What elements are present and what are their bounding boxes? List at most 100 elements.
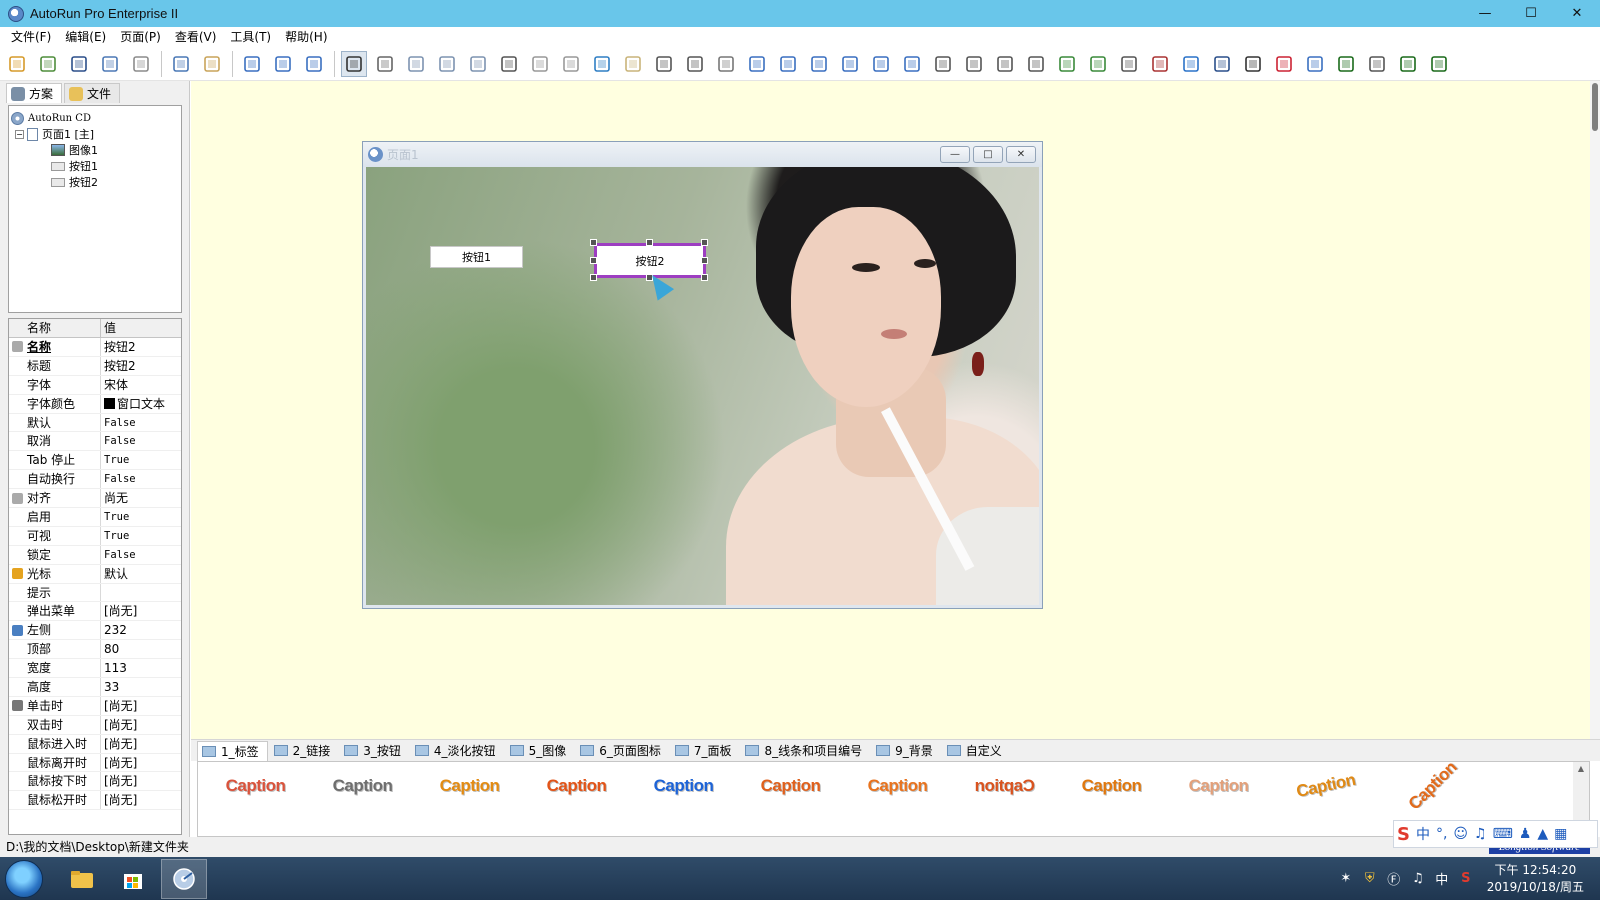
property-row[interactable]: 顶部 80 <box>9 640 181 660</box>
copy-button[interactable] <box>168 51 194 77</box>
clock[interactable]: 下午 12:54:20 2019/10/18/周五 <box>1487 862 1584 896</box>
l-icon[interactable]: Ⓕ <box>1385 870 1403 888</box>
menu-button[interactable] <box>1364 51 1390 77</box>
tree-item[interactable]: 图像1 <box>11 142 179 158</box>
gallery-tab[interactable]: 3_按钮 <box>340 741 409 761</box>
shirt-icon[interactable]: ▲ <box>1537 826 1548 842</box>
ime-lang[interactable]: 中 <box>1416 824 1430 844</box>
sogou-icon[interactable]: S <box>1397 824 1410 845</box>
property-value[interactable]: 窗口文本 <box>101 395 181 413</box>
menu-tools[interactable]: 工具(T) <box>223 27 278 47</box>
input-button[interactable] <box>744 51 770 77</box>
checkbox-button[interactable] <box>1395 51 1421 77</box>
tree-item[interactable]: 按钮2 <box>11 174 179 190</box>
window-button[interactable] <box>1302 51 1328 77</box>
property-value[interactable]: 33 <box>101 678 181 696</box>
property-value[interactable]: True <box>101 508 181 526</box>
property-row[interactable]: 双击时 [尚无] <box>9 715 181 735</box>
shield-icon[interactable]: ⛨ <box>1361 870 1379 888</box>
qr-button[interactable] <box>992 51 1018 77</box>
page2-button[interactable] <box>270 51 296 77</box>
check-button-button[interactable] <box>558 51 584 77</box>
page-button[interactable] <box>239 51 265 77</box>
property-value[interactable]: False <box>101 470 181 488</box>
emoji-icon[interactable]: ☺ <box>1453 826 1468 842</box>
menu-view[interactable]: 查看(V) <box>168 27 224 47</box>
gallery-tab[interactable]: 7_面板 <box>671 741 740 761</box>
skin-icon[interactable]: ♟ <box>1519 826 1532 842</box>
gallery-item[interactable]: Caption <box>309 762 416 834</box>
image1-photo[interactable]: 按钮1 按钮2 <box>366 167 1039 605</box>
property-value[interactable]: 80 <box>101 640 181 658</box>
gallery-tab[interactable]: 8_线条和项目编号 <box>741 741 870 761</box>
canvas-scrollbar[interactable] <box>1590 81 1600 739</box>
start-button[interactable] <box>5 859 43 898</box>
pointer-button[interactable] <box>341 50 367 77</box>
acrobat-button[interactable] <box>1271 51 1297 77</box>
picture-button[interactable] <box>837 51 863 77</box>
property-row[interactable]: 字体 宋体 <box>9 375 181 395</box>
property-row[interactable]: 名称 按钮2 <box>9 338 181 357</box>
scroll-up-icon[interactable]: ▲ <box>1578 764 1584 773</box>
design-button-1[interactable]: 按钮1 <box>430 246 523 268</box>
panel-button[interactable] <box>620 51 646 77</box>
gallery-tab[interactable]: 5_图像 <box>506 741 575 761</box>
disc-button[interactable] <box>128 51 154 77</box>
gallery-tab[interactable]: 6_页面图标 <box>576 741 669 761</box>
property-row[interactable]: 鼠标松开时 [尚无] <box>9 791 181 811</box>
tooltip-button[interactable] <box>868 51 894 77</box>
taskbar-explorer[interactable] <box>59 859 105 899</box>
image-button[interactable] <box>589 51 615 77</box>
property-row[interactable]: 默认 False <box>9 413 181 433</box>
property-value[interactable]: [尚无] <box>101 791 181 809</box>
property-row[interactable]: 启用 True <box>9 508 181 527</box>
property-row[interactable]: 对齐 尚无 <box>9 489 181 509</box>
property-value[interactable]: False <box>101 414 181 432</box>
ime-toolbar[interactable]: S 中 °, ☺ ♫ ⌨ ♟ ▲ ▦ <box>1393 820 1598 848</box>
property-value[interactable]: True <box>101 451 181 469</box>
grid-button[interactable] <box>465 51 491 77</box>
keyboard-icon[interactable]: ⌨ <box>1493 826 1513 842</box>
resize-handle[interactable] <box>701 257 708 264</box>
property-value[interactable]: 尚无 <box>101 489 181 507</box>
gallery-tab[interactable]: 自定义 <box>943 741 1010 761</box>
gallery-tab[interactable]: 1_标签 <box>197 740 268 761</box>
resize-handle[interactable] <box>646 239 653 246</box>
flash-button[interactable] <box>1240 51 1266 77</box>
property-row[interactable]: 光标 默认 <box>9 564 181 584</box>
gallery-item[interactable]: Caption <box>523 762 630 834</box>
list-button[interactable] <box>713 51 739 77</box>
tree-root[interactable]: AutoRun CD <box>11 110 179 126</box>
open-button[interactable] <box>35 51 61 77</box>
mic-icon[interactable]: ♫ <box>1474 826 1487 842</box>
property-value[interactable]: [尚无] <box>101 697 181 715</box>
close-button[interactable]: ✕ <box>1554 0 1600 27</box>
qr2-button[interactable] <box>1023 51 1049 77</box>
property-row[interactable]: 鼠标进入时 [尚无] <box>9 734 181 754</box>
volume-icon[interactable]: ♫ <box>1409 870 1427 888</box>
property-row[interactable]: 字体颜色 窗口文本 <box>9 394 181 414</box>
property-row[interactable]: 高度 33 <box>9 678 181 697</box>
gallery-item[interactable]: Caption <box>202 762 309 834</box>
tab-project[interactable]: 方案 <box>6 83 63 103</box>
tree-page[interactable]: − 页面1 [主] <box>11 126 179 142</box>
gallery-item[interactable]: Caption <box>416 762 523 834</box>
design-close-button[interactable]: ✕ <box>1006 146 1036 163</box>
property-value[interactable]: False <box>101 432 181 450</box>
grid-icon[interactable]: ▦ <box>1554 826 1567 842</box>
resize-handle[interactable] <box>590 274 597 281</box>
menu-help[interactable]: 帮助(H) <box>278 27 334 47</box>
property-row[interactable]: 宽度 113 <box>9 659 181 679</box>
design-button-2[interactable]: 按钮2 <box>594 243 706 278</box>
text-button[interactable] <box>651 51 677 77</box>
move-button[interactable] <box>496 51 522 77</box>
rect-button[interactable] <box>372 51 398 77</box>
minimize-button[interactable]: — <box>1462 0 1508 27</box>
resize-handle[interactable] <box>701 239 708 246</box>
property-value[interactable]: False <box>101 546 181 564</box>
tree-item[interactable]: 按钮1 <box>11 158 179 174</box>
property-value[interactable]: [尚无] <box>101 772 181 790</box>
property-row[interactable]: 取消 False <box>9 432 181 452</box>
gallery-item[interactable]: Caption <box>844 762 951 834</box>
radio-button[interactable] <box>1426 51 1452 77</box>
